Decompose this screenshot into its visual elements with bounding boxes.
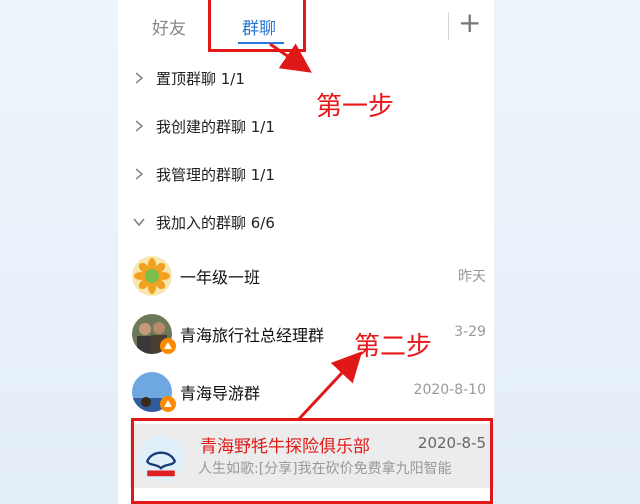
group-badge-icon: [160, 338, 176, 354]
step2-label: 第二步: [354, 332, 433, 362]
chevron-right-icon: [132, 70, 146, 84]
group-row[interactable]: 青海旅行社总经理群 3-29: [118, 308, 494, 364]
group-row[interactable]: 青海导游群 2020-8-10: [118, 366, 494, 422]
tab-divider: [448, 12, 449, 40]
step1-label: 第一步: [316, 92, 395, 122]
group-name: 青海旅行社总经理群: [180, 326, 325, 345]
section-joined-groups[interactable]: 我加入的群聊 6/6: [118, 208, 494, 238]
chevron-right-icon: [132, 118, 146, 132]
flower-avatar: [132, 256, 172, 296]
background-left: [0, 0, 118, 504]
section-label: 我管理的群聊 1/1: [156, 166, 275, 184]
group-row[interactable]: 一年级一班 昨天: [118, 250, 494, 306]
section-label: 我创建的群聊 1/1: [156, 118, 275, 136]
section-label: 置顶群聊 1/1: [156, 70, 245, 88]
section-created-groups[interactable]: 我创建的群聊 1/1: [118, 112, 494, 142]
tab-bar: 好友 群聊 +: [118, 0, 494, 56]
group-name: 一年级一班: [180, 268, 261, 287]
chevron-right-icon: [132, 166, 146, 180]
chevron-down-icon: [132, 214, 146, 228]
group-time: 昨天: [458, 269, 486, 285]
section-pinned-groups[interactable]: 置顶群聊 1/1: [118, 64, 494, 94]
step2-highlight-box: [131, 418, 493, 504]
tab-friends[interactable]: 好友: [152, 14, 186, 39]
group-name: 青海导游群: [180, 384, 261, 403]
group-time: 3-29: [454, 324, 486, 340]
section-label: 我加入的群聊 6/6: [156, 214, 275, 232]
add-icon[interactable]: +: [458, 6, 481, 39]
background-right: [494, 0, 640, 504]
section-managed-groups[interactable]: 我管理的群聊 1/1: [118, 160, 494, 190]
group-badge-icon: [160, 396, 176, 412]
group-time: 2020-8-10: [413, 382, 486, 398]
step1-highlight-box: [208, 0, 306, 52]
